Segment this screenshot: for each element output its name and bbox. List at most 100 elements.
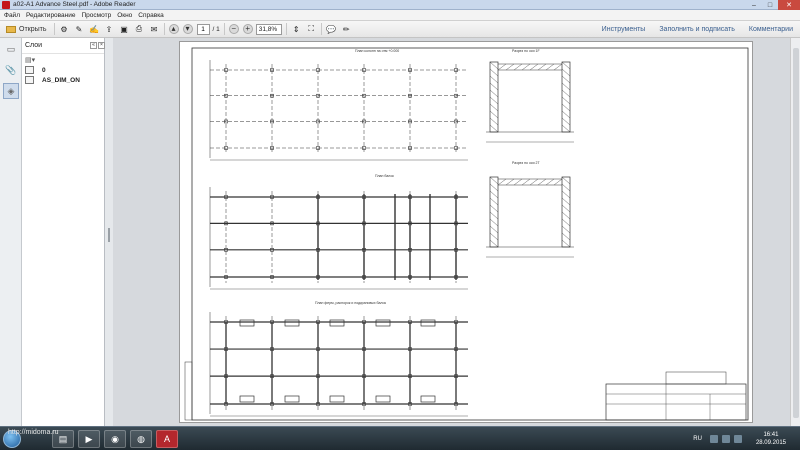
share-icon[interactable]: ⇪ — [104, 24, 115, 35]
menu-view[interactable]: Просмотр — [82, 12, 112, 19]
volume-icon[interactable] — [733, 435, 742, 443]
comment-icon[interactable]: 💬 — [326, 24, 337, 35]
plan3-title: План ферм, распорок и подкрановых балок — [315, 301, 386, 305]
document-view[interactable]: План колонн на отм +0.000 План балок Пла… — [113, 38, 790, 426]
truss-mark — [375, 395, 391, 403]
truss-mark — [420, 319, 436, 327]
layers-options-menu[interactable]: ▤▾ — [22, 54, 104, 65]
next-page-icon[interactable]: ▾ — [182, 24, 193, 34]
menu-help[interactable]: Справка — [138, 12, 164, 19]
vertical-scrollbar[interactable] — [790, 38, 800, 426]
truss-web — [537, 178, 547, 186]
previous-page-icon[interactable]: ▴ — [168, 24, 179, 34]
section1-title: Разрез по оси 1F — [512, 49, 540, 53]
fit-page-icon[interactable]: ⇕ — [291, 24, 302, 35]
edit-pdf-icon[interactable]: ✎ — [74, 24, 85, 35]
create-pdf-icon[interactable]: ⚙ — [59, 24, 70, 35]
maximize-button[interactable]: □ — [762, 0, 778, 10]
lattice-line — [561, 82, 571, 91]
zoom-level-select[interactable]: 31,8% — [255, 23, 282, 35]
truss-mark — [375, 319, 391, 327]
main-toolbar: Открыть ⚙ ✎ ✍ ⇪ ▣ ⎙ ✉ ▴ ▾ / 1 − + 31,8% … — [0, 21, 800, 38]
browser-icon[interactable]: ◉ — [104, 430, 126, 448]
zoom-in-button[interactable]: + — [242, 24, 253, 34]
save-icon[interactable]: ▣ — [119, 24, 130, 35]
close-button[interactable]: ✕ — [778, 0, 800, 10]
comments-link[interactable]: Комментарии — [749, 26, 793, 33]
layer-item[interactable]: 0 — [22, 65, 104, 75]
open-button[interactable]: Открыть — [3, 23, 50, 36]
clock[interactable]: 16:41 28.09.2015 — [756, 431, 786, 447]
collapse-panel-icon[interactable]: « — [90, 42, 97, 49]
page-number-input[interactable] — [196, 23, 210, 35]
layer-item[interactable]: AS_DIM_ON — [22, 75, 104, 85]
lattice-line — [489, 225, 499, 234]
clock-time: 16:41 — [763, 432, 779, 438]
zoom-out-button[interactable]: − — [228, 24, 239, 34]
lattice-line — [489, 61, 499, 70]
pdf-page: План колонн на отм +0.000 План балок Пла… — [179, 41, 753, 423]
lattice-line — [561, 68, 571, 77]
toolbar-separator — [163, 23, 165, 35]
tray-arrow-icon[interactable] — [709, 435, 718, 443]
highlight-icon[interactable]: ✏ — [341, 24, 352, 35]
tools-link[interactable]: Инструменты — [602, 26, 646, 33]
lattice-line — [489, 110, 499, 119]
page-thumbnails-icon[interactable]: ▭ — [3, 41, 19, 57]
menu-edit[interactable]: Редактирование — [26, 12, 76, 19]
lattice-line — [489, 183, 499, 192]
email-icon[interactable]: ✉ — [149, 24, 160, 35]
lattice-line — [561, 176, 571, 185]
fit-width-icon[interactable]: ⛶ — [306, 24, 317, 35]
lattice-line — [489, 75, 499, 84]
language-indicator[interactable]: RU — [693, 436, 702, 442]
layers-title: Слои — [25, 42, 43, 49]
lattice-line — [489, 197, 499, 206]
lattice-line — [489, 204, 499, 213]
print-icon[interactable]: ⎙ — [134, 24, 145, 35]
truss-web — [545, 178, 555, 186]
options-icon: ▤▾ — [25, 56, 36, 64]
lattice-line — [561, 103, 571, 112]
explorer-icon[interactable]: ▤ — [52, 430, 74, 448]
menu-bar: Файл Редактирование Просмотр Окно Справк… — [0, 10, 800, 21]
lattice-line — [561, 211, 571, 220]
scrollbar-thumb[interactable] — [793, 48, 799, 418]
truss-web — [545, 63, 555, 71]
lattice-line — [561, 89, 571, 98]
lattice-line — [561, 124, 571, 133]
menu-window[interactable]: Окно — [117, 12, 132, 19]
lattice-line — [561, 218, 571, 227]
truss-web — [521, 63, 531, 71]
close-panel-icon[interactable]: × — [98, 42, 105, 49]
minimize-button[interactable]: – — [746, 0, 762, 10]
plan2-title: План балок — [375, 174, 394, 178]
layer-name: 0 — [42, 66, 46, 74]
truss-web — [537, 63, 547, 71]
truss-mark — [329, 395, 345, 403]
chrome-icon[interactable]: ◍ — [130, 430, 152, 448]
plan1-title: План колонн на отм +0.000 — [355, 49, 399, 53]
visibility-toggle-icon[interactable] — [25, 66, 34, 74]
truss-mark — [329, 319, 345, 327]
toolbar-separator — [320, 23, 322, 35]
lattice-line — [489, 68, 499, 77]
adobe-reader-taskbar-icon[interactable]: A — [156, 430, 178, 448]
fill-sign-link[interactable]: Заполнить и подписать — [659, 26, 735, 33]
media-icon[interactable]: ▶ — [78, 430, 100, 448]
attachments-icon[interactable]: 📎 — [3, 62, 19, 78]
truss-mark — [239, 395, 255, 403]
lattice-line — [489, 103, 499, 112]
splitter-grip[interactable] — [108, 228, 110, 242]
lattice-line — [489, 239, 499, 248]
panel-splitter[interactable] — [105, 38, 113, 426]
lattice-line — [561, 61, 571, 70]
layers-icon[interactable]: ◈ — [3, 83, 19, 99]
menu-file[interactable]: Файл — [4, 12, 20, 19]
lattice-line — [561, 190, 571, 199]
lattice-line — [489, 176, 499, 185]
visibility-toggle-icon[interactable] — [25, 76, 34, 84]
network-icon[interactable] — [721, 435, 730, 443]
window-controls: – □ ✕ — [746, 0, 800, 10]
sign-icon[interactable]: ✍ — [89, 24, 100, 35]
